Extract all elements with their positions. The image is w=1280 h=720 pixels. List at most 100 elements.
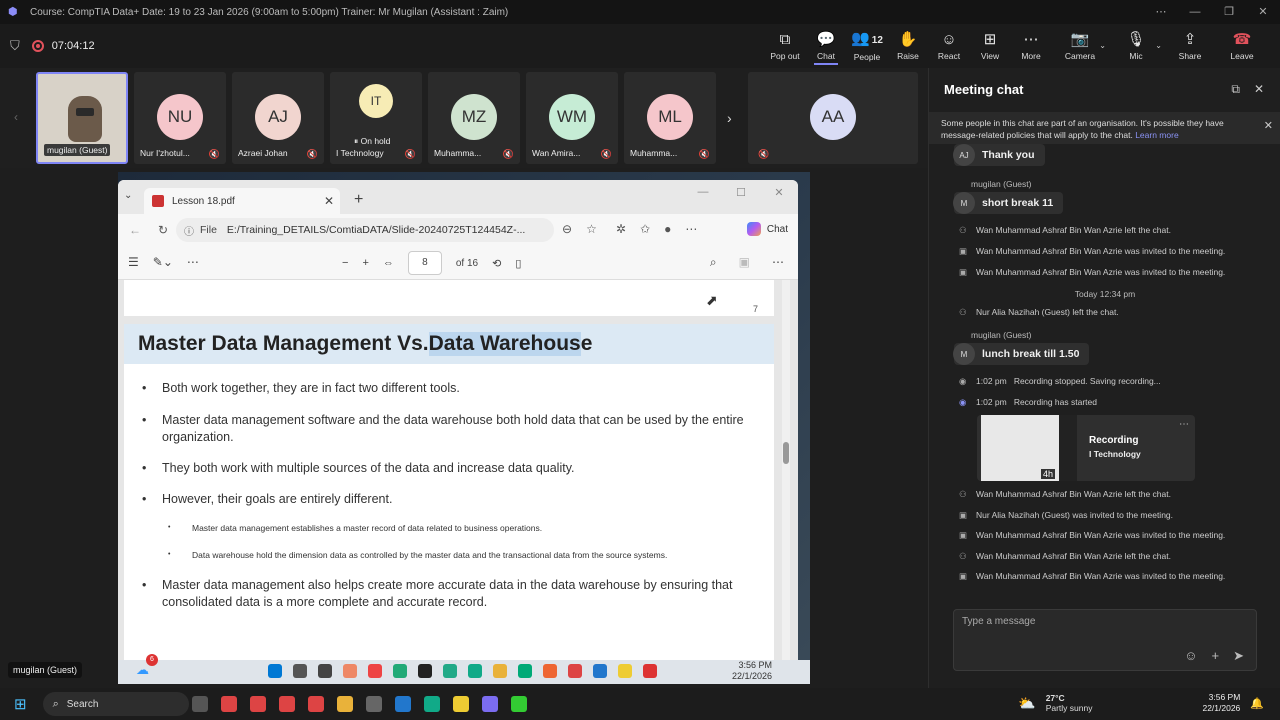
favorites-icon[interactable]: ✩ (640, 222, 650, 236)
app-icon[interactable] (511, 696, 527, 712)
app-icon[interactable] (453, 696, 469, 712)
people-button[interactable]: 👥 12 People (846, 24, 888, 68)
folder-icon[interactable] (337, 696, 353, 712)
camera-button[interactable]: 📷 Camera ⌄ (1052, 24, 1108, 68)
leave-button[interactable]: ☎ Leave (1216, 24, 1268, 68)
weather-widget[interactable]: 27°C Partly sunny (1046, 693, 1093, 713)
chevron-down-icon[interactable]: ⌄ (1099, 41, 1106, 50)
meeting-toolbar: ⛉ 07:04:12 ⧉ Pop out 💬 Chat 👥 12 People ✋… (0, 24, 1280, 68)
chevron-right-icon[interactable]: › (727, 110, 732, 126)
raise-hand-button[interactable]: ✋ Raise (888, 24, 928, 68)
pdf-document[interactable]: ⬈ 7 Master Data Management Vs. Data Ware… (118, 280, 798, 660)
page-view-icon[interactable]: ▯ (515, 257, 521, 270)
close-window-button[interactable]: ✕ (760, 186, 798, 199)
maximize-button[interactable]: ☐ (722, 186, 760, 199)
pop-out-button[interactable]: ⧉ Pop out (764, 24, 806, 68)
windows-start-icon[interactable]: ⊞ (14, 695, 27, 713)
page-number-label: 7 (752, 304, 758, 314)
participant-tile[interactable]: IT ⏸ On hold I Technology 🔇 (330, 72, 422, 164)
message-input[interactable] (962, 616, 1242, 627)
contents-icon[interactable]: ☰ (128, 255, 139, 269)
chevron-down-icon[interactable]: ⌄ (1155, 41, 1162, 50)
close-window-button[interactable]: ✕ (1246, 0, 1280, 24)
highlight-icon[interactable]: ✎⌄ (153, 255, 173, 269)
participant-tile[interactable]: AA 🔇 (748, 72, 918, 164)
mic-button[interactable]: 🎙 Mic ⌄ (1108, 24, 1164, 68)
app-icon[interactable] (366, 696, 382, 712)
browser-tab[interactable]: Lesson 18.pdf ✕ (144, 188, 340, 214)
fit-page-icon[interactable]: ⇔ (383, 257, 394, 269)
edge-icon[interactable] (424, 696, 440, 712)
chrome-icon[interactable] (250, 696, 266, 712)
close-icon[interactable]: ✕ (1264, 120, 1273, 132)
chat-button[interactable]: 💬 Chat (806, 24, 846, 68)
back-icon[interactable]: ← (124, 223, 146, 237)
maximize-button[interactable]: ❐ (1212, 0, 1246, 24)
profile-icon[interactable]: ● (664, 222, 671, 236)
pdf-scrollbar[interactable] (782, 280, 790, 660)
chat-message[interactable]: Mlunch break till 1.50 (953, 343, 1090, 365)
refresh-icon[interactable]: ↻ (152, 223, 174, 237)
save-icon[interactable]: ▣ (739, 255, 750, 270)
add-icon[interactable]: + (1212, 648, 1220, 664)
favorite-star-icon[interactable]: ☆ (586, 222, 597, 236)
edge-icon (468, 664, 482, 678)
ellipsis-icon[interactable]: ⋯ (1179, 419, 1189, 430)
pdf-toolbar: ☰ ✎⌄ ⋯ − + ⇔ 8 of 16 ⟲ ▯ ⌕ ▣ ⋯ (118, 246, 798, 280)
copilot-chat-button[interactable]: Chat (746, 222, 788, 236)
ellipsis-icon[interactable]: ⋯ (187, 255, 199, 269)
invite-icon: ▣ (959, 246, 968, 256)
chat-message[interactable]: Mshort break 11 (953, 192, 1064, 214)
participant-tile[interactable]: AJ Azraei Johan 🔇 (232, 72, 324, 164)
new-tab-icon[interactable]: + (354, 191, 363, 209)
participant-tile[interactable]: NU Nur I'zhotul... 🔇 (134, 72, 226, 164)
view-button[interactable]: ⊞ View (970, 24, 1010, 68)
shared-taskbar: ☁ 6 3:56 PM 22/1/2026 (118, 654, 810, 684)
rotate-icon[interactable]: ⟲ (492, 257, 501, 270)
presenter-label: mugilan (Guest) (8, 662, 83, 678)
more-options-icon[interactable]: ⋯ (1144, 0, 1178, 24)
page-number-input[interactable]: 8 (407, 251, 442, 275)
learn-more-link[interactable]: Learn more (1135, 130, 1178, 140)
participant-tile[interactable]: WM Wan Amira... 🔇 (526, 72, 618, 164)
address-bar[interactable]: ⓘ File E:/Training_DETAILS/ComtiaDATA/Sl… (176, 218, 554, 242)
chrome-icon[interactable] (279, 696, 295, 712)
task-view-icon[interactable] (192, 696, 208, 712)
chevron-down-icon[interactable]: ⌄ (124, 190, 132, 201)
recording-card[interactable]: 4h Recording I Technology ⋯ (977, 415, 1195, 481)
taskbar-clock[interactable]: 3:56 PM 22/1/2026 (1202, 692, 1240, 714)
pop-out-icon[interactable]: ⧉ (1231, 82, 1240, 97)
emoji-icon[interactable]: ☺ (1184, 648, 1197, 664)
zoom-in-icon[interactable]: + (362, 257, 368, 269)
scrollbar-thumb[interactable] (783, 442, 789, 464)
chrome-icon[interactable] (221, 696, 237, 712)
participant-tile[interactable]: mugilan (Guest) (36, 72, 128, 164)
app-icon[interactable] (395, 696, 411, 712)
close-icon[interactable]: ✕ (1254, 82, 1264, 97)
minimize-button[interactable]: — (684, 186, 722, 199)
participant-tile[interactable]: ML Muhamma... 🔇 (624, 72, 716, 164)
zoom-out-icon[interactable]: − (342, 257, 348, 269)
avatar: ML (647, 94, 693, 140)
mic-off-icon: 🔇 (600, 149, 612, 159)
close-icon[interactable]: ✕ (324, 194, 334, 208)
send-icon[interactable]: ➤ (1233, 648, 1244, 664)
ellipsis-icon[interactable]: ⋯ (685, 222, 697, 236)
ellipsis-icon[interactable]: ⋯ (772, 255, 784, 270)
compose-box[interactable]: ☺ + ➤ (953, 609, 1257, 671)
avatar: M (953, 192, 975, 214)
notification-bell-icon[interactable]: 🔔 (1250, 697, 1264, 710)
chat-message[interactable]: AJ Thank you (953, 144, 1045, 166)
react-button[interactable]: ☺ React (928, 24, 970, 68)
minimize-button[interactable]: — (1178, 0, 1212, 24)
share-button[interactable]: ⇪ Share (1164, 24, 1216, 68)
more-button[interactable]: ⋯ More (1010, 24, 1052, 68)
taskbar-search[interactable]: ⌕ Search (42, 692, 189, 716)
chrome-icon[interactable] (308, 696, 324, 712)
search-icon[interactable]: ⌕ (710, 255, 717, 270)
extensions-icon[interactable]: ✲ (616, 222, 626, 236)
zoom-icon[interactable]: ⊖ (562, 222, 572, 236)
chevron-left-icon[interactable]: ‹ (14, 110, 18, 124)
participant-tile[interactable]: MZ Muhamma... 🔇 (428, 72, 520, 164)
teams-icon[interactable] (482, 696, 498, 712)
